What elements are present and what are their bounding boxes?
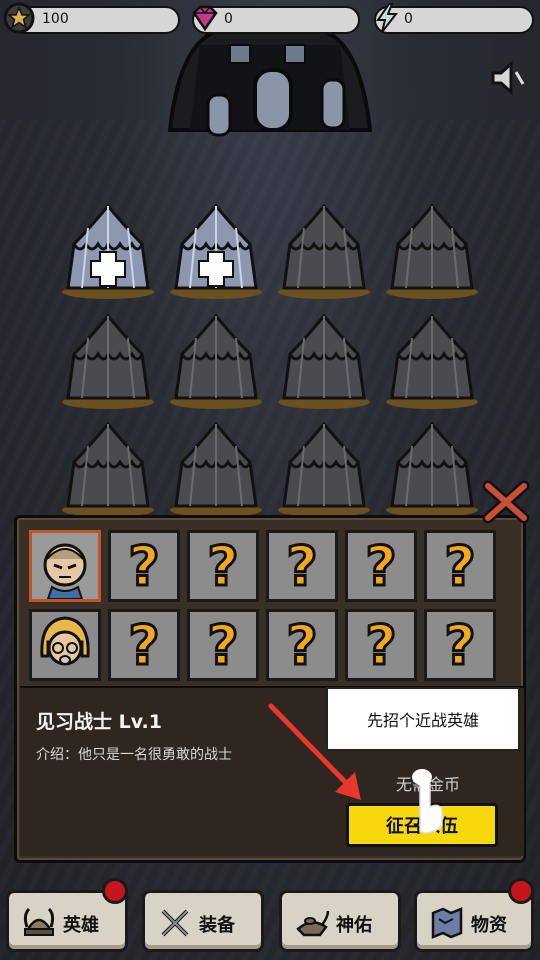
- hero-name: 见习战士 Lv.1: [36, 711, 162, 733]
- nav-button-2[interactable]: 神佑: [279, 890, 401, 952]
- question-mark-icon: ?: [364, 533, 398, 599]
- notification-badge: [508, 878, 534, 904]
- hero-intro: 介绍：他只是一名很勇敢的战士: [36, 747, 232, 763]
- hero-slot-unknown[interactable]: ?: [345, 609, 417, 681]
- tutorial-arrow-icon: [268, 703, 361, 800]
- viking-helmet-icon: [23, 907, 55, 936]
- question-mark-icon: ?: [443, 612, 477, 678]
- hero-slot-unknown[interactable]: ?: [266, 609, 338, 681]
- hero-slot-unknown[interactable]: ?: [108, 530, 180, 602]
- question-mark-icon: ?: [285, 533, 319, 599]
- tent-locked: [386, 203, 478, 299]
- gem-value: 0: [224, 11, 233, 27]
- star-coin-icon: [3, 2, 35, 34]
- tent-locked: [278, 203, 370, 299]
- hero-slot-unknown[interactable]: ?: [345, 530, 417, 602]
- magic-lamp-icon: [296, 910, 330, 937]
- lightning-icon: [376, 3, 399, 33]
- question-mark-icon: ?: [364, 612, 398, 678]
- tent-locked: [278, 313, 370, 409]
- question-mark-icon: ?: [127, 612, 161, 678]
- crossed-swords-icon: [161, 909, 189, 937]
- blonde-hero-portrait[interactable]: [29, 609, 101, 681]
- hero-slot-unknown[interactable]: ?: [108, 609, 180, 681]
- bald-warrior-portrait[interactable]: [29, 530, 101, 602]
- coin-value: 100: [42, 11, 69, 27]
- close-x-icon[interactable]: [480, 478, 532, 526]
- tent-locked: [170, 421, 262, 517]
- energy-value: 0: [404, 11, 413, 27]
- tent-locked: [170, 313, 262, 409]
- gem-icon: [192, 5, 218, 32]
- nav-label: 神佑: [336, 915, 372, 936]
- tent-locked: [278, 421, 370, 517]
- speaker-icon[interactable]: [487, 58, 527, 98]
- question-mark-icon: ?: [285, 612, 319, 678]
- tent-add[interactable]: [58, 200, 158, 300]
- hero-slot-unknown[interactable]: ?: [424, 609, 496, 681]
- tent-locked: [62, 421, 154, 517]
- treasure-map-icon: [431, 907, 463, 939]
- nav-label: 装备: [199, 915, 235, 936]
- question-mark-icon: ?: [127, 533, 161, 599]
- tent-add[interactable]: [166, 200, 266, 300]
- hero-slot-unknown[interactable]: ?: [266, 530, 338, 602]
- question-mark-icon: ?: [443, 533, 477, 599]
- nav-label: 英雄: [63, 915, 99, 936]
- notification-badge: [102, 878, 128, 904]
- hero-slot-unknown[interactable]: ?: [187, 530, 259, 602]
- tent-locked: [62, 313, 154, 409]
- nav-button-1[interactable]: 装备: [142, 890, 264, 952]
- nav-label: 物资: [471, 915, 507, 936]
- question-mark-icon: ?: [206, 612, 240, 678]
- hero-slot-unknown[interactable]: ?: [424, 530, 496, 602]
- tent-locked: [386, 421, 478, 517]
- question-mark-icon: ?: [206, 533, 240, 599]
- hero-slot-unknown[interactable]: ?: [187, 609, 259, 681]
- tent-locked: [386, 313, 478, 409]
- pointing-hand-icon: [412, 769, 443, 834]
